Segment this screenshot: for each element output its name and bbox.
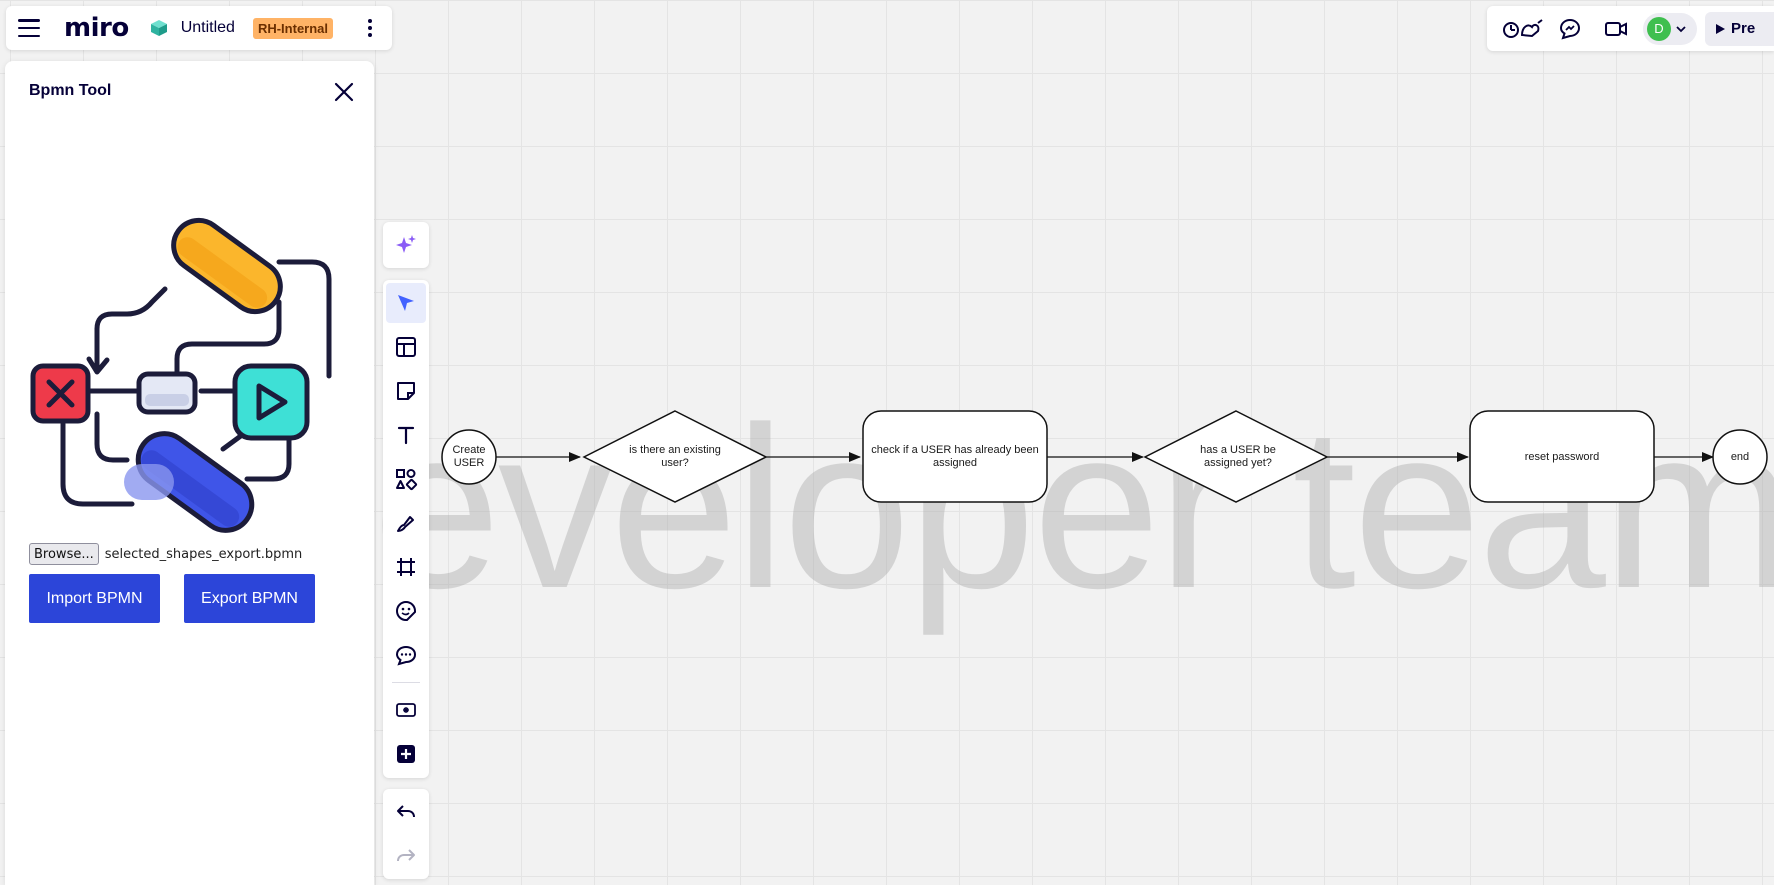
embed-tool[interactable] [386,690,426,730]
pen-icon [397,516,414,532]
main-toolbar [383,280,429,778]
end-event-label[interactable]: end [1718,440,1762,474]
main-menu-button[interactable] [18,19,40,37]
avatar: D [1647,16,1671,41]
classification-tag[interactable]: RH-Internal [252,17,334,39]
shapes-icon [396,469,418,491]
sticker-icon [395,600,416,621]
close-icon[interactable] [333,81,355,103]
start-event-label[interactable]: Create USER [446,440,492,474]
more-options-button[interactable] [360,15,380,41]
select-tool[interactable] [386,283,426,323]
gateway-label[interactable]: is there an existing user? [620,440,730,474]
text-icon [397,426,415,445]
toolbar-divider [392,682,420,683]
present-button[interactable]: Pre [1705,11,1774,46]
collaboration-bar: D Pre [1487,6,1774,51]
board-title[interactable]: Untitled [181,19,235,37]
task-label[interactable]: reset password [1475,440,1649,474]
bpmn-tool-panel: Bpmn Tool Browse... selected_shapes_expo… [5,61,374,885]
task-label[interactable]: check if a USER has already been assigne… [868,440,1042,474]
user-avatar-menu[interactable]: D [1643,12,1697,45]
play-icon [1716,23,1725,34]
templates-tool[interactable] [386,327,426,367]
present-label: Pre [1731,20,1756,37]
browse-button[interactable]: Browse... [29,543,99,565]
shapes-tool[interactable] [386,459,426,499]
ai-assist-button[interactable] [386,225,426,265]
bpmn-illustration [30,217,332,533]
file-picker: Browse... selected_shapes_export.bpmn [29,543,302,565]
comment-tool[interactable] [386,635,426,675]
redo-icon [397,849,415,862]
miro-logo[interactable]: miro [64,13,129,43]
frame-tool[interactable] [386,547,426,587]
more-apps-tool[interactable] [386,734,426,774]
reactions-icon[interactable] [1501,11,1547,47]
history-toolbar [383,789,429,879]
selected-file-name: selected_shapes_export.bpmn [104,546,303,562]
sticky-note-icon [397,382,415,400]
text-tool[interactable] [386,415,426,455]
video-call-icon[interactable] [1593,11,1639,47]
embed-icon [396,703,416,717]
chevron-down-icon [1676,25,1686,32]
gateway-label[interactable]: has a USER be assigned yet? [1190,440,1286,474]
frame-icon [397,558,415,576]
redo-button[interactable] [386,836,426,876]
comment-icon [395,645,417,666]
plus-square-icon [397,745,415,763]
board-header: miro Untitled RH-Internal [6,6,392,50]
export-bpmn-button[interactable]: Export BPMN [184,574,315,623]
import-bpmn-button[interactable]: Import BPMN [29,574,160,623]
pen-tool[interactable] [386,503,426,543]
undo-icon [397,805,415,818]
cursor-icon [398,295,414,311]
board-cube-icon [150,20,167,36]
template-icon [396,337,416,357]
chat-icon[interactable] [1547,11,1593,47]
sticky-note-tool[interactable] [386,371,426,411]
panel-title: Bpmn Tool [29,82,112,99]
undo-button[interactable] [386,792,426,832]
ai-toolbar [383,222,429,268]
emoji-tool[interactable] [386,591,426,631]
sparkle-icon [396,235,416,253]
